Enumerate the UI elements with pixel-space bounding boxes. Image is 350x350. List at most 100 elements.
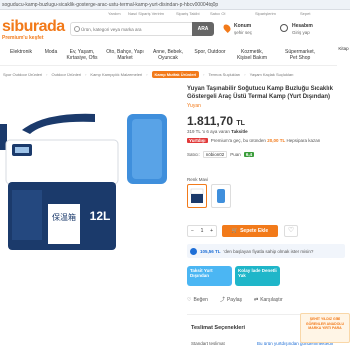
svg-text:12L: 12L — [90, 209, 111, 223]
category-auto-garden[interactable]: Oto, Bahçe, Yapı Market — [104, 46, 146, 65]
discount-banner[interactable]: 105,56 TL 'den başlayan fiyatla sahip ol… — [187, 244, 345, 258]
installment-info: 319 TL 'x 6 aya varan Taksitle — [187, 129, 248, 134]
feature-badge-installment[interactable]: Taksit Yurt Dışından — [187, 266, 232, 286]
promo-text-2[interactable]: Hepsipara kazan — [286, 138, 320, 143]
seller-label: Satıcı: — [187, 152, 200, 157]
category-home-living[interactable]: Ev, Yaşam, Kırtasiye, Ofis — [60, 46, 104, 65]
heart-icon: ♡ — [287, 227, 295, 234]
share-action[interactable]: ⤴ Paylaş — [219, 296, 242, 304]
side-promo-banner[interactable]: ŞEHİT YILDIZ GİBİ GÖRENLER ANADOLU MARKA… — [300, 313, 350, 343]
category-nav: Elektronik Moda Ev, Yaşam, Kırtasiye, Of… — [0, 46, 350, 66]
location-pin-icon — [222, 23, 232, 33]
breadcrumb-item[interactable]: Termos Suçlukları — [208, 72, 240, 77]
compare-label: Karşılaştır — [260, 296, 283, 303]
compare-action[interactable]: ⇄ Karşılaştır — [254, 297, 283, 303]
product-image[interactable]: 保温箱 12L — [0, 86, 180, 271]
promo-text: Premium'a geç, bu üründen — [210, 138, 266, 143]
color-label: Renk Mavi — [187, 177, 209, 182]
account-label: Hesabım — [292, 23, 313, 29]
quantity-value: 1 — [200, 228, 204, 234]
site-header: siburada Premium'u keşfet ARA Konum şehi… — [0, 18, 350, 46]
toplink-become-seller[interactable]: Satıcı Ol — [210, 11, 225, 16]
search-icon — [74, 26, 80, 32]
toplink-help[interactable]: Yardım — [108, 11, 121, 16]
color-swatch-ice-pack[interactable] — [211, 184, 231, 208]
account-menu[interactable]: Hesabım Giriş yap — [280, 22, 340, 38]
toplink-how-to-order[interactable]: Nasıl Sipariş Veririm — [128, 11, 164, 16]
category-books[interactable]: Kitap — [337, 46, 350, 66]
installment-text: 319 TL 'x 6 aya varan — [187, 129, 230, 134]
discount-amount: 105,56 TL — [200, 248, 221, 254]
category-fashion[interactable]: Moda — [42, 46, 60, 65]
breadcrumb-item-active[interactable]: Kamp Mutfak Ürünleri — [151, 71, 200, 78]
product-brand-link[interactable]: Yuyan — [187, 103, 201, 109]
installment-link[interactable]: Taksitle — [231, 129, 247, 134]
compare-icon: ⇄ — [253, 296, 259, 303]
category-cosmetics[interactable]: Kozmetik, Kişisel Bakım — [230, 46, 274, 65]
toplink-my-orders[interactable]: Siparişlerim — [255, 11, 276, 16]
site-logo[interactable]: siburada — [2, 18, 65, 36]
breadcrumb-item[interactable]: Outdoor Ürünleri — [51, 72, 81, 77]
add-to-cart-button[interactable]: 🛒 Sepete Ekle — [222, 225, 278, 237]
category-sport-outdoor[interactable]: Spor, Outdoor — [190, 46, 230, 65]
breadcrumb-separator: › — [146, 72, 148, 77]
like-label: Beğen — [193, 296, 208, 303]
add-to-cart-label: Sepete Ekle — [240, 228, 269, 234]
location-label: Konum — [234, 23, 252, 29]
cooler-label — [48, 204, 80, 244]
feature-badges: Taksit Yurt Dışından Kolay İade Denetli … — [187, 266, 280, 286]
promo-amount: 20,00 TL — [267, 138, 286, 143]
feature-badge-easy-return[interactable]: Kolay İade Denetli Yak — [235, 266, 280, 286]
minus-icon[interactable]: − — [191, 228, 194, 234]
breadcrumb-item[interactable]: Yaşam Kaçlak Suçlukları — [250, 72, 294, 77]
delivery-heading: Teslimat Seçenekleri — [191, 325, 246, 331]
delivery-option[interactable]: Standart teslimat — [191, 341, 225, 346]
breadcrumb-separator: › — [46, 72, 48, 77]
abroad-badge: Yurtdışı — [187, 138, 208, 143]
login-link: Giriş yap — [292, 30, 310, 35]
top-links-bar: Yardım Nasıl Sipariş Veririm Sipariş Tak… — [0, 10, 350, 18]
plus-icon[interactable]: + — [210, 228, 213, 234]
search-button[interactable]: ARA — [192, 22, 214, 36]
discount-text: 'den başlayan fiyatla sahip olmak ister … — [223, 248, 314, 254]
breadcrumb-item[interactable]: Kamp Kampçılık Malzemeleri — [90, 72, 142, 77]
favorite-button[interactable]: ♡ — [284, 225, 298, 237]
location-selector[interactable]: Konum şehir seç — [222, 22, 268, 38]
search-input[interactable] — [81, 24, 191, 35]
product-actions: ♡ Beğen ⤴ Paylaş ⇄ Karşılaştır — [187, 296, 283, 304]
product-price: 1.811,70 TL — [187, 114, 245, 128]
category-supermarket[interactable]: Süpermarket, Pet Shop — [274, 46, 326, 65]
toplink-cart[interactable]: Sepet — [300, 11, 310, 16]
product-title: Yuyan Taşınabilir Soğutucu Kamp Buzluğu … — [187, 86, 333, 100]
color-swatches — [187, 184, 231, 208]
premium-promo: Yurtdışı Premium'a geç, bu üründen 20,00… — [187, 138, 347, 146]
seller-info: Satıcı: nöbion02 Puan 6,4 — [187, 151, 255, 158]
seller-name-link[interactable]: nöbion02 — [202, 151, 228, 158]
breadcrumb-separator: › — [203, 72, 205, 77]
location-value: şehir seç — [234, 30, 253, 35]
breadcrumb-item[interactable]: Spor Outdoor Ürünleri — [3, 72, 42, 77]
price-value: 1.811,70 — [187, 114, 234, 128]
seller-score-badge: 6,4 — [243, 152, 255, 157]
address-bar[interactable]: soguducu-kamp-buzlugu-sicaklik-gosterge-… — [0, 0, 350, 10]
share-icon: ⤴ — [219, 297, 225, 303]
discount-icon — [190, 247, 197, 255]
quantity-stepper[interactable]: − 1 + — [187, 225, 217, 237]
share-label: Paylaş — [226, 296, 242, 303]
product-gallery[interactable]: 保温箱 12L — [0, 86, 180, 271]
premium-link[interactable]: Premium'u keşfet — [2, 35, 43, 41]
breadcrumb-separator: › — [85, 72, 87, 77]
toplink-order-tracking[interactable]: Sipariş Takibi — [176, 11, 200, 16]
breadcrumb-separator: › — [244, 72, 246, 77]
category-mother-baby[interactable]: Anne, Bebek, Oyuncak — [146, 46, 190, 65]
price-currency: TL — [236, 120, 245, 127]
cart-icon: 🛒 — [231, 228, 239, 234]
heart-icon: ♡ — [187, 296, 192, 303]
like-action[interactable]: ♡ Beğen — [187, 297, 208, 303]
breadcrumb: Spor Outdoor Ürünleri › Outdoor Ürünleri ›… — [0, 70, 350, 79]
user-icon — [280, 24, 288, 32]
color-swatch-blue[interactable] — [187, 184, 207, 208]
category-electronics[interactable]: Elektronik — [0, 46, 42, 65]
svg-text:保温箱: 保温箱 — [52, 212, 76, 222]
seller-score-label: Puan — [230, 152, 241, 157]
